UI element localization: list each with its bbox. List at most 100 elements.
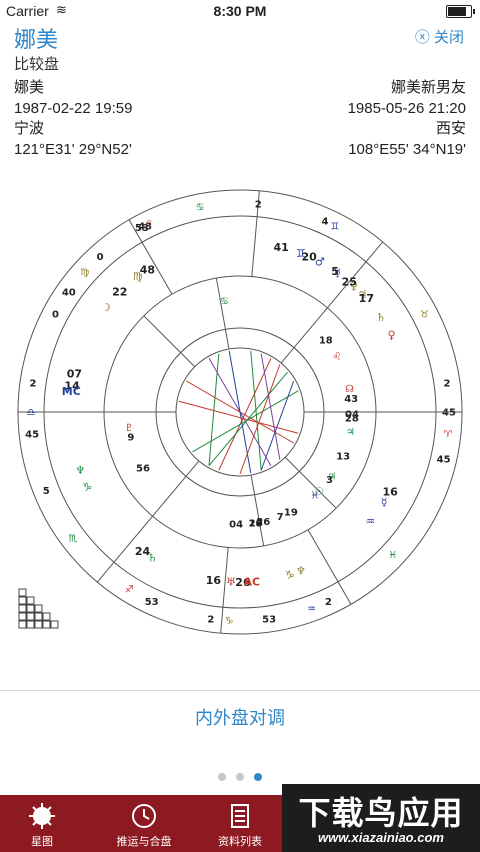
sign-label: ♉ <box>420 309 429 320</box>
outer-planet-label: 22 <box>112 286 127 299</box>
inner-planet-label: 26 <box>256 517 270 528</box>
outer-planet-label: ☿ <box>381 496 388 509</box>
person-right-name: 娜美新男友 <box>390 79 466 96</box>
aspect-line <box>250 350 262 471</box>
inner-planet-label: ♋ <box>220 297 229 308</box>
inner-planet-label: 7 <box>277 512 284 523</box>
watermark-url: www.xiazainiao.com <box>318 830 444 845</box>
inner-planet-label: 3 <box>326 475 333 486</box>
outer-planet-label: ☽ <box>101 301 111 314</box>
page-dot[interactable] <box>218 773 226 781</box>
aspect-grid-icon[interactable] <box>18 588 62 630</box>
watermark: 下载鸟应用 www.xiazainiao.com <box>282 784 480 852</box>
inner-planet-label: 43 <box>344 394 358 405</box>
outer-planet-label: ♊ <box>296 247 306 260</box>
outer-planet-label: ♀ <box>387 329 395 342</box>
inner-planet-label: ♌ <box>333 352 342 363</box>
inner-planet-label: 18 <box>319 336 333 347</box>
person-left-place: 宁波 <box>14 120 45 137</box>
battery-icon <box>446 5 475 18</box>
sign-label: 45 <box>437 455 451 466</box>
person-left-coords: 121°E31' 29°N52' <box>14 140 132 158</box>
outer-planet-label: 5 <box>331 265 339 278</box>
inner-planet-label: 28 <box>345 413 359 424</box>
person-left-info: 娜美 1987-02-22 19:59 宁波 121°E31' 29°N52' <box>14 78 132 160</box>
inner-cusp-line <box>250 474 265 547</box>
sign-label: ♎ <box>27 408 36 419</box>
person-right-datetime: 1985-05-26 21:20 <box>347 99 466 117</box>
person-left-datetime: 1987-02-22 19:59 <box>14 99 133 117</box>
tab-transits-label: 推运与合盘 <box>116 836 172 848</box>
page-dot[interactable] <box>254 773 262 781</box>
inner-planet-label: 56 <box>136 464 150 475</box>
sign-label: 0 <box>97 252 104 263</box>
inner-planet-label: ♓ <box>310 491 319 502</box>
sign-label: ♌ <box>144 220 153 231</box>
inner-planet-label: 04 <box>229 519 243 530</box>
sign-label: 53 <box>145 597 159 608</box>
outer-planet-label: ♑ <box>82 480 92 493</box>
astrology-wheel[interactable]: 253♋4 ♊♉245♈45♓2♒53♑253♐5♏45♎2040♍043♌♂20… <box>0 170 480 650</box>
page-title: 娜美 <box>14 27 59 52</box>
tab-chart[interactable]: 星图 <box>10 795 74 852</box>
inner-cusp-line <box>152 460 200 517</box>
tab-records[interactable]: 资料列表 <box>208 795 272 852</box>
chart-icon <box>29 803 55 829</box>
inner-cusp-line <box>143 315 196 368</box>
inner-planet-label: 13 <box>336 451 350 462</box>
sign-label: ♓ <box>388 550 397 561</box>
tab-chart-label: 星图 <box>31 836 53 848</box>
page-dot[interactable] <box>236 773 244 781</box>
inner-planet-label: 19 <box>284 507 298 518</box>
sign-label: 45 <box>442 408 456 419</box>
outer-planet-label: ♆ <box>75 464 85 477</box>
sign-label: ♊ <box>330 221 339 232</box>
sign-label: ♐ <box>125 585 134 596</box>
clock-icon <box>132 804 156 828</box>
sign-label: 0 <box>52 309 59 320</box>
outer-planet-label: 48 <box>140 263 155 276</box>
outer-planet-label: 25 <box>342 276 357 289</box>
list-icon <box>231 804 249 828</box>
close-button[interactable]: ⓧ 关闭 <box>415 26 464 47</box>
sign-label: 4 <box>322 217 329 228</box>
outer-planet-label: 16 <box>206 574 222 587</box>
sign-label: 53 <box>262 614 276 625</box>
sign-label: 45 <box>25 429 39 440</box>
inner-planet-label: 9 <box>127 433 134 444</box>
swap-charts-button[interactable]: 内外盘对调 <box>0 690 480 747</box>
sign-label: 40 <box>62 288 76 299</box>
person-right-coords: 108°E55' 34°N19' <box>348 140 466 158</box>
outer-planet-label: 41 <box>273 241 288 254</box>
sign-label: ♍ <box>80 268 89 279</box>
chart-type-label: 比较盘 <box>14 56 60 73</box>
person-right-place: 西安 <box>435 120 466 137</box>
inner-cusp-line <box>215 277 230 350</box>
outer-planet-label: ♄ <box>376 311 386 324</box>
outer-planet-label: ♄ <box>148 552 158 565</box>
outer-planet-label: AC <box>244 575 261 588</box>
sign-label: 2 <box>443 378 450 389</box>
outer-planet-label: 17 <box>359 292 374 305</box>
inner-planet-label: ♃ <box>346 427 355 438</box>
sign-label: ♋ <box>196 202 205 213</box>
watermark-title: 下载鸟应用 <box>298 795 464 831</box>
outer-planet-label: ♆ <box>296 565 306 578</box>
sign-label: 2 <box>255 199 262 210</box>
status-bar: Carrier ≋ 8:30 PM <box>0 0 480 22</box>
outer-planet-label: ♒ <box>365 515 375 528</box>
person-left-name: 娜美 <box>14 79 45 96</box>
sign-label: ♈ <box>443 429 452 440</box>
outer-planet-label: 07 <box>67 368 82 381</box>
tab-records-label: 资料列表 <box>218 836 262 848</box>
sign-label: ♒ <box>307 604 316 615</box>
sign-label: 2 <box>207 614 214 625</box>
sign-label: ♏ <box>69 533 78 544</box>
sign-label: 5 <box>43 486 50 497</box>
aspect-line <box>260 380 295 471</box>
sign-label: 2 <box>30 378 37 389</box>
swap-charts-label: 内外盘对调 <box>195 708 285 728</box>
outer-planet-label: MC <box>62 385 81 398</box>
tab-transits[interactable]: 推运与合盘 <box>108 795 180 852</box>
outer-planet-label: ♑ <box>285 568 295 581</box>
